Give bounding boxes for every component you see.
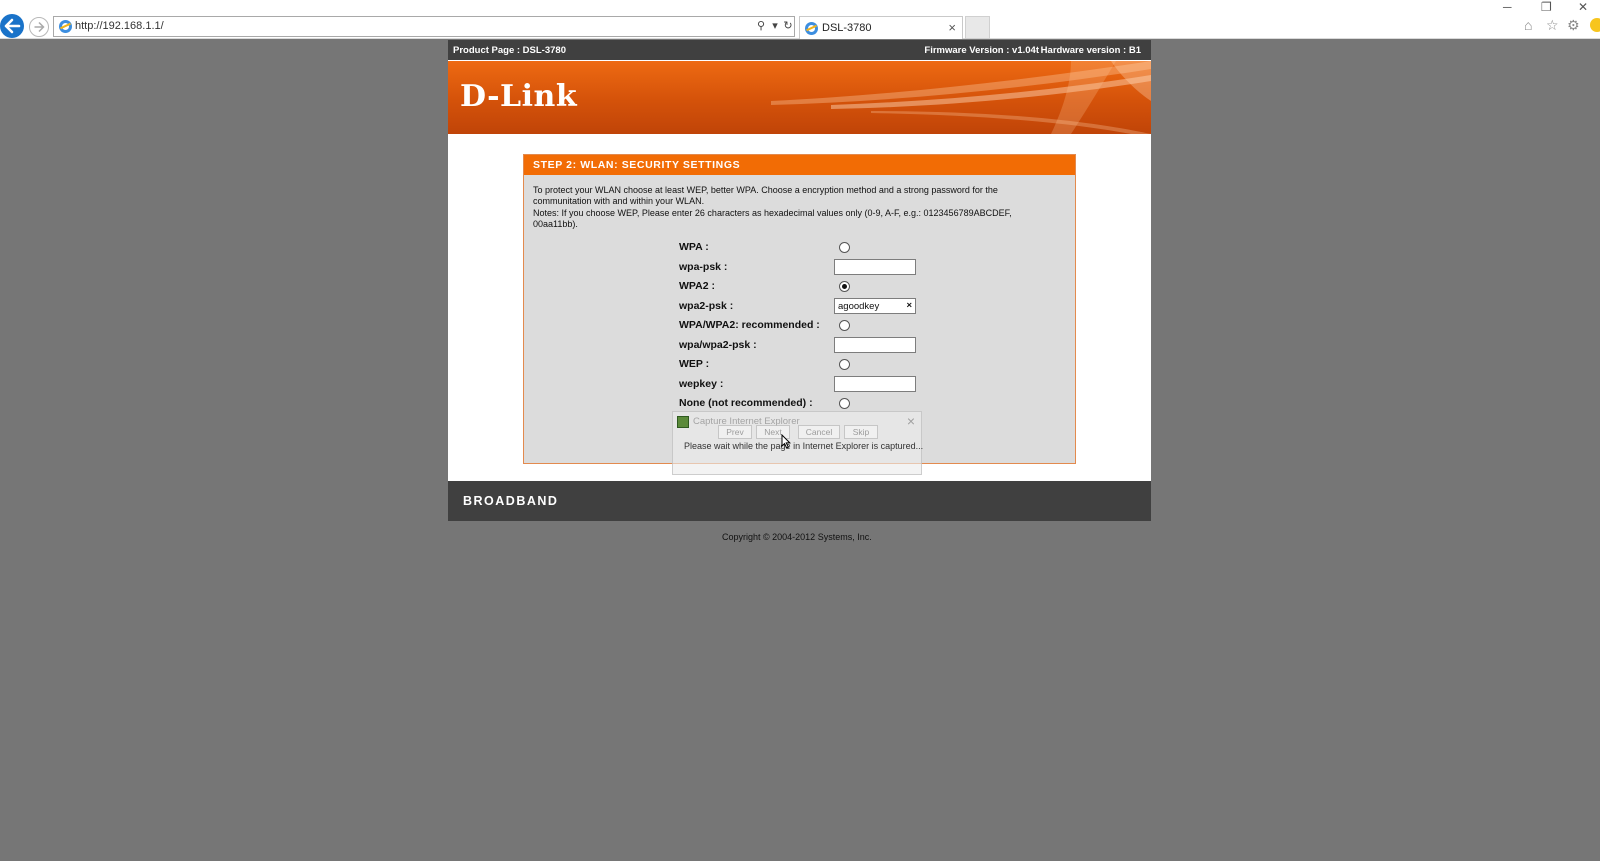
wpa2-label: WPA2 : xyxy=(679,280,715,292)
new-tab-button[interactable] xyxy=(965,16,990,39)
minimize-icon[interactable]: ─ xyxy=(1503,0,1512,14)
wpa-label: WPA : xyxy=(679,241,709,253)
ie-tab-icon xyxy=(805,22,818,35)
dlink-banner: D-Link xyxy=(448,61,1151,134)
wpa-wpa2-label: WPA/WPA2: recommended : xyxy=(679,319,820,331)
address-bar[interactable]: http://192.168.1.1/ ⚲ ▾ ↻ xyxy=(53,16,795,37)
close-tab-icon[interactable]: × xyxy=(948,20,956,35)
back-button[interactable] xyxy=(0,14,24,38)
home-icon[interactable]: ⌂ xyxy=(1524,17,1532,33)
hardware-version: Hardware version : B1 xyxy=(1040,45,1141,56)
browser-toolbar: http://192.168.1.1/ ⚲ ▾ ↻ DSL-3780 × ─ ❐… xyxy=(0,0,1600,39)
search-icon[interactable]: ⚲ xyxy=(754,19,768,33)
wpa-wpa2-psk-input[interactable] xyxy=(834,337,916,353)
mouse-pointer-icon xyxy=(781,434,791,449)
prev-button[interactable]: Prev xyxy=(718,425,752,439)
capture-dialog: Capture Internet Explorer × Prev Next Ca… xyxy=(672,411,924,475)
desc-line: 00aa11bb). xyxy=(533,218,578,229)
forward-button[interactable] xyxy=(29,17,49,37)
desc-line: To protect your WLAN choose at least WEP… xyxy=(533,185,998,195)
wepkey-label: wepkey : xyxy=(679,378,724,390)
firmware-version: Firmware Version : v1.04t xyxy=(924,45,1039,56)
wpa-wpa2-psk-label: wpa/wpa2-psk : xyxy=(679,339,757,351)
ie-icon xyxy=(59,20,72,33)
tab-title: DSL-3780 xyxy=(822,22,872,34)
router-page: Product Page : DSL-3780 Firmware Version… xyxy=(448,40,1151,521)
back-arrow-icon xyxy=(4,18,21,34)
copyright-text: Copyright © 2004-2012 Systems, Inc. xyxy=(722,532,872,542)
clear-field-icon[interactable]: × xyxy=(906,300,912,311)
product-header: Product Page : DSL-3780 Firmware Version… xyxy=(448,40,1151,60)
wpa-psk-label: wpa-psk : xyxy=(679,261,728,273)
broadband-footer: BROADBAND xyxy=(448,481,1151,521)
wpa-psk-input[interactable] xyxy=(834,259,916,275)
skip-button[interactable]: Skip xyxy=(844,425,878,439)
panel-description: To protect your WLAN choose at least WEP… xyxy=(533,185,1053,230)
url-text[interactable]: http://192.168.1.1/ xyxy=(75,20,164,32)
close-window-icon[interactable]: ✕ xyxy=(1578,0,1588,14)
capture-message: Please wait while the page in Internet E… xyxy=(684,441,924,451)
wep-radio[interactable] xyxy=(839,359,850,370)
feedback-smiley-icon[interactable] xyxy=(1590,18,1600,32)
broadband-brand: BROADBAND xyxy=(463,494,559,508)
security-settings-panel: STEP 2: WLAN: SECURITY SETTINGS To prote… xyxy=(523,154,1076,475)
wpa-radio[interactable] xyxy=(839,242,850,253)
tab-dsl-3780[interactable]: DSL-3780 × xyxy=(799,16,963,39)
favorites-star-icon[interactable]: ☆ xyxy=(1546,17,1559,34)
wpa2-psk-label: wpa2-psk : xyxy=(679,300,734,312)
wpa2-radio[interactable] xyxy=(839,281,850,292)
forward-arrow-icon xyxy=(34,21,45,33)
close-icon[interactable]: × xyxy=(907,413,915,429)
dlink-logo: D-Link xyxy=(460,79,578,114)
product-label: Product Page : DSL-3780 xyxy=(453,45,566,56)
banner-swoosh-graphic xyxy=(771,61,1151,134)
wpa2-psk-input[interactable]: agoodkey × xyxy=(834,298,916,314)
chevron-down-icon[interactable]: ▾ xyxy=(768,19,782,33)
wpa2-psk-value: agoodkey xyxy=(838,301,880,312)
cancel-button[interactable]: Cancel xyxy=(798,425,840,439)
desc-line: communitation with and within your WLAN. xyxy=(533,196,705,207)
wep-label: WEP : xyxy=(679,358,710,370)
capture-app-icon xyxy=(677,416,689,428)
desc-line: Notes: If you choose WEP, Please enter 2… xyxy=(533,207,1012,218)
wpa-wpa2-radio[interactable] xyxy=(839,320,850,331)
wepkey-input[interactable] xyxy=(834,376,916,392)
gear-icon[interactable]: ⚙ xyxy=(1567,17,1580,34)
none-label: None (not recommended) : xyxy=(679,397,813,409)
none-radio[interactable] xyxy=(839,398,850,409)
restore-icon[interactable]: ❐ xyxy=(1541,0,1552,14)
panel-title: STEP 2: WLAN: SECURITY SETTINGS xyxy=(524,155,1075,175)
refresh-icon[interactable]: ↻ xyxy=(781,19,795,33)
